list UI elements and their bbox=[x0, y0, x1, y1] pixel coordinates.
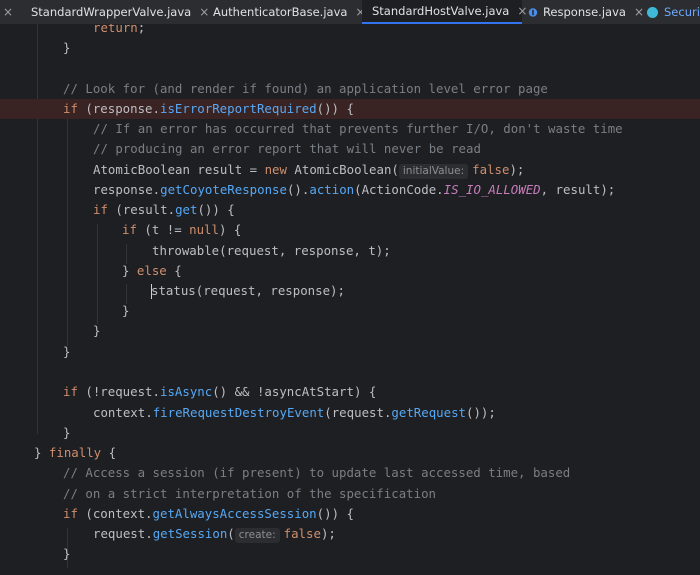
code-line[interactable]: request.getSession(create: false); bbox=[0, 524, 700, 544]
code-line[interactable]: // on a strict interpretation of the spe… bbox=[0, 484, 700, 504]
tab-previous-hidden[interactable]: × bbox=[0, 0, 22, 24]
close-icon[interactable]: × bbox=[634, 5, 644, 19]
tab-response[interactable]: Response.java × bbox=[528, 0, 644, 24]
code-line[interactable]: AtomicBoolean result = new AtomicBoolean… bbox=[0, 160, 700, 180]
code-line[interactable]: } finally { bbox=[0, 443, 700, 463]
java-interface-icon bbox=[528, 7, 538, 17]
parameter-hint: initialValue: bbox=[398, 164, 469, 179]
code-line[interactable]: // Access a session (if present) to upda… bbox=[0, 463, 700, 483]
code-line-highlighted[interactable]: if (response.isErrorReportRequired()) { bbox=[0, 99, 700, 119]
code-line[interactable]: if (!request.isAsync() && !asyncAtStart)… bbox=[0, 382, 700, 402]
close-icon[interactable]: × bbox=[517, 4, 527, 18]
code-line[interactable]: if (result.get()) { bbox=[0, 200, 700, 220]
code-line-current[interactable]: status(request, response); bbox=[0, 281, 700, 301]
code-line[interactable]: } bbox=[0, 38, 700, 58]
tab-security[interactable]: Security bbox=[646, 0, 700, 24]
code-line[interactable]: return; bbox=[0, 24, 700, 38]
code-line[interactable]: } bbox=[0, 301, 700, 321]
tab-standard-host-valve[interactable]: StandardHostValve.java × bbox=[362, 0, 527, 24]
code-line[interactable]: if (context.getAlwaysAccessSession()) { bbox=[0, 504, 700, 524]
tab-label: Response.java bbox=[542, 5, 626, 19]
code-line[interactable]: } bbox=[0, 544, 700, 564]
editor-tab-bar: × StandardWrapperValve.java × Authentica… bbox=[0, 0, 700, 25]
code-line[interactable]: // If an error has occurred that prevent… bbox=[0, 119, 700, 139]
tab-standard-wrapper-valve[interactable]: StandardWrapperValve.java × bbox=[26, 0, 209, 24]
close-icon[interactable]: × bbox=[3, 5, 13, 19]
code-line[interactable]: // producing an error report that will n… bbox=[0, 139, 700, 159]
code-line[interactable]: response.getCoyoteResponse().action(Acti… bbox=[0, 180, 700, 200]
code-line[interactable]: if (t != null) { bbox=[0, 220, 700, 240]
tab-label: Security bbox=[664, 5, 700, 19]
code-line[interactable]: } bbox=[0, 321, 700, 341]
code-line[interactable]: context.fireRequestDestroyEvent(request.… bbox=[0, 403, 700, 423]
java-class-icon bbox=[647, 6, 658, 18]
tab-authenticator-base[interactable]: AuthenticatorBase.java × bbox=[208, 0, 365, 24]
code-editor[interactable]: return; } // Look for (and render if fou… bbox=[0, 24, 700, 575]
tab-label: AuthenticatorBase.java bbox=[213, 5, 348, 19]
parameter-hint: create: bbox=[234, 528, 280, 543]
code-line[interactable]: } else { bbox=[0, 261, 700, 281]
code-line[interactable]: } bbox=[0, 342, 700, 362]
code-line[interactable]: } bbox=[0, 423, 700, 443]
code-line[interactable]: throwable(request, response, t); bbox=[0, 241, 700, 261]
tab-label: StandardWrapperValve.java bbox=[31, 5, 192, 19]
tab-label: StandardHostValve.java bbox=[372, 4, 510, 18]
code-line[interactable]: // Look for (and render if found) an app… bbox=[0, 79, 700, 99]
